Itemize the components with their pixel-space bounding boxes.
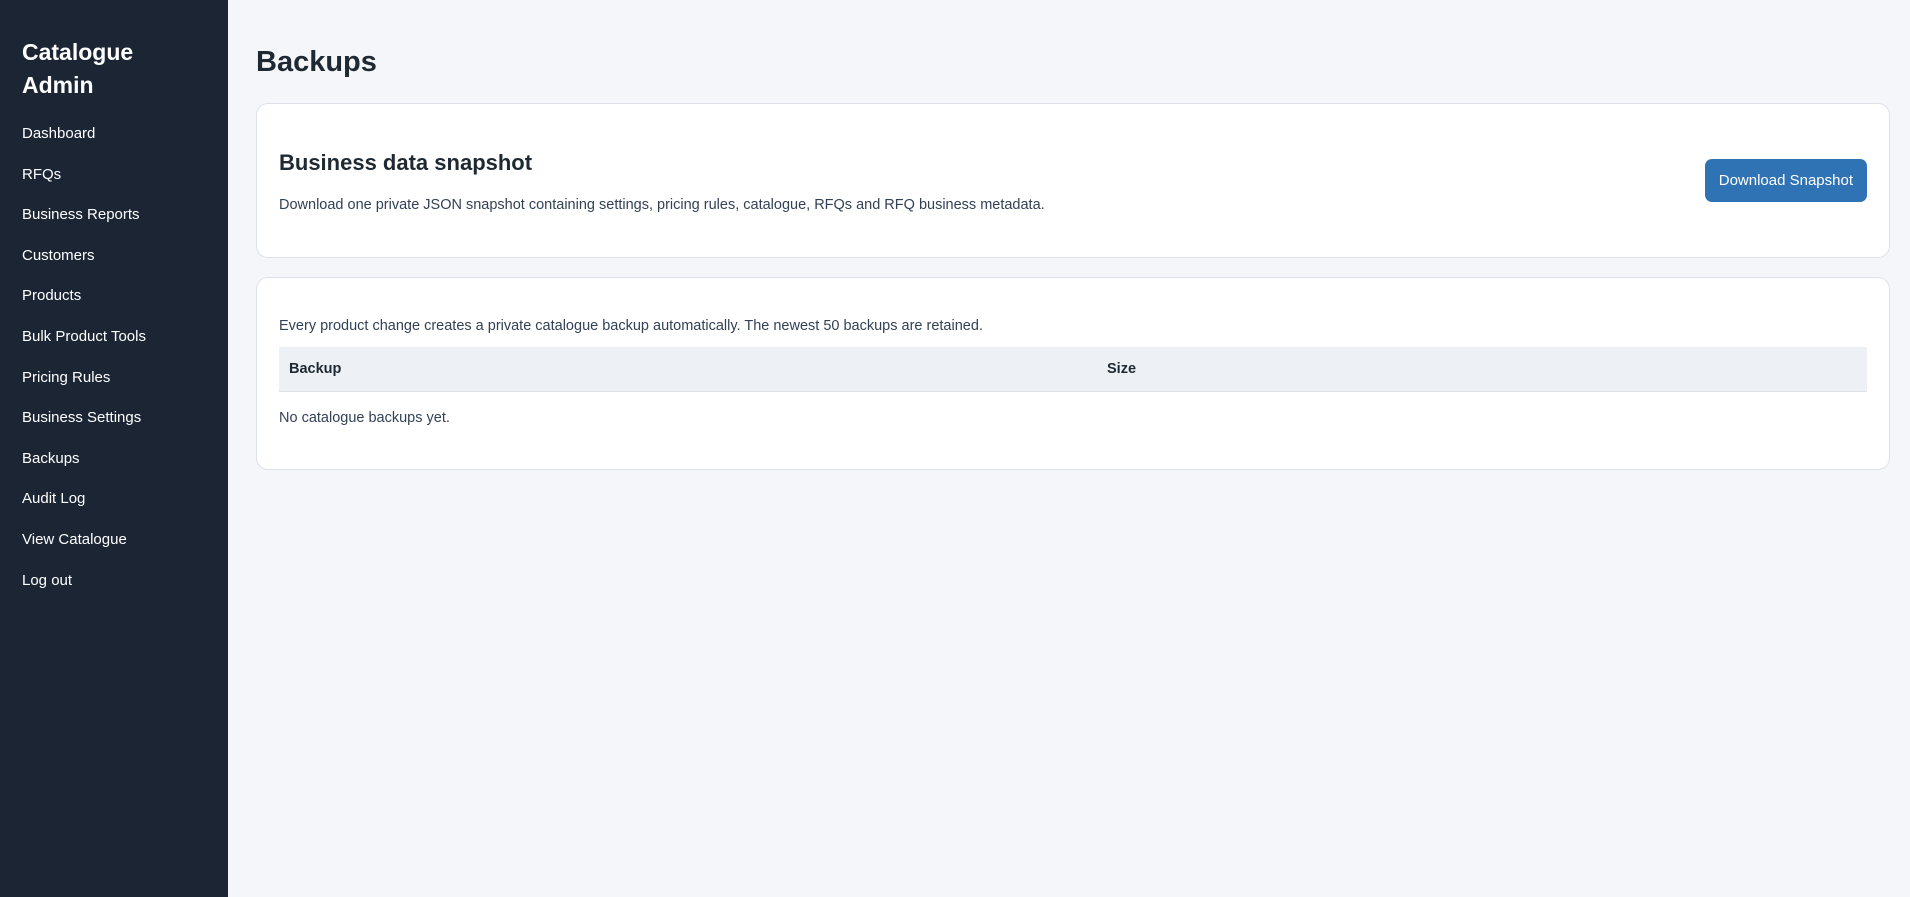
app-root: Catalogue Admin Dashboard RFQs Business … — [0, 0, 1910, 897]
table-header: Backup Size — [279, 347, 1867, 392]
sidebar: Catalogue Admin Dashboard RFQs Business … — [0, 0, 228, 897]
column-header-size: Size — [1107, 361, 1137, 377]
sidebar-nav: Dashboard RFQs Business Reports Customer… — [22, 124, 206, 591]
sidebar-item-products[interactable]: Products — [22, 286, 206, 306]
snapshot-text: Business data snapshot Download one priv… — [279, 147, 1045, 215]
backups-table: Backup Size No catalogue backups yet. — [279, 347, 1867, 428]
page-title: Backups — [256, 46, 377, 78]
brand-title: Catalogue Admin — [22, 39, 134, 98]
download-snapshot-button[interactable]: Download Snapshot — [1704, 159, 1867, 202]
sidebar-item-rfqs[interactable]: RFQs — [22, 165, 206, 185]
sidebar-item-pricing-rules[interactable]: Pricing Rules — [22, 368, 206, 388]
column-header-backup: Backup — [289, 361, 342, 377]
sidebar-item-log-out[interactable]: Log out — [22, 571, 206, 591]
sidebar-item-backups[interactable]: Backups — [22, 449, 206, 469]
retention-note: Every product change creates a private c… — [279, 318, 983, 334]
sidebar-item-audit-log[interactable]: Audit Log — [22, 489, 206, 509]
sidebar-item-bulk-product-tools[interactable]: Bulk Product Tools — [22, 327, 206, 347]
snapshot-title: Business data snapshot — [279, 149, 533, 175]
snapshot-card: Business data snapshot Download one priv… — [256, 103, 1890, 258]
main-content: Backups Business data snapshot Download … — [228, 0, 1910, 897]
sidebar-item-dashboard[interactable]: Dashboard — [22, 124, 206, 144]
sidebar-item-business-settings[interactable]: Business Settings — [22, 408, 206, 428]
sidebar-item-customers[interactable]: Customers — [22, 246, 206, 266]
sidebar-item-business-reports[interactable]: Business Reports — [22, 205, 206, 225]
snapshot-description: Download one private JSON snapshot conta… — [279, 196, 1045, 213]
backups-card: Every product change creates a private c… — [256, 277, 1890, 470]
empty-state-message: No catalogue backups yet. — [279, 410, 450, 426]
sidebar-item-view-catalogue[interactable]: View Catalogue — [22, 530, 206, 550]
